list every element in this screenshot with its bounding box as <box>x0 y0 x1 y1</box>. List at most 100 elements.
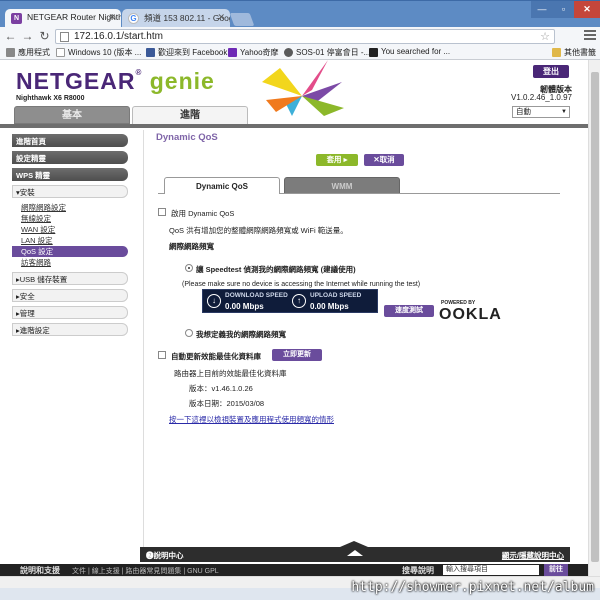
download-icon: ↓ <box>207 294 221 308</box>
speedtest-note: (Please make sure no device is accessing… <box>182 281 421 288</box>
help-center-label[interactable]: ❷說明中心 <box>146 550 184 561</box>
tab-dynamic-qos[interactable]: Dynamic QoS <box>164 177 280 194</box>
tab-wmm[interactable]: WMM <box>284 177 400 194</box>
sidebar-group-administration[interactable]: ▸管理 <box>12 306 128 319</box>
vertical-scrollbar[interactable] <box>588 60 600 576</box>
footer-links[interactable]: 文件 | 線上支援 | 路由器常見問題集 | GNU GPL <box>72 566 219 576</box>
address-bar[interactable]: 172.16.0.1/start.htm ☆ <box>55 29 555 44</box>
sidebar-item-wps-wizard[interactable]: WPS 精靈 <box>12 168 128 181</box>
upload-icon: ↑ <box>292 294 306 308</box>
sidebar-item-wan-setup[interactable]: WAN 設定 <box>12 224 128 235</box>
folder-icon <box>552 48 561 57</box>
speedtest-option-label: 讓 Speedtest 偵測我的網際網路頻寬 (建議使用) <box>196 265 356 274</box>
manual-bandwidth-radio[interactable] <box>185 329 193 337</box>
sidebar-item-wireless-setup[interactable]: 無線設定 <box>12 213 128 224</box>
main-tabs: 基本 進階 <box>0 104 588 124</box>
download-label: DOWNLOAD SPEED <box>225 292 288 299</box>
update-now-button[interactable]: 立即更新 <box>272 349 322 361</box>
header-divider <box>0 124 588 128</box>
minimize-button[interactable]: — <box>531 1 553 18</box>
upload-value: 0.00 Mbps <box>310 302 349 311</box>
facebook-icon <box>146 48 155 57</box>
close-icon[interactable]: ✕ <box>217 12 225 23</box>
sidebar: 進階首頁 設定精靈 WPS 精靈 ▾安裝 網際網路設定 無線設定 WAN 設定 … <box>12 134 128 340</box>
manual-bandwidth-label: 我想定義我的網際網路頻寬 <box>196 330 286 339</box>
enable-qos-label: 啟用 Dynamic QoS <box>171 209 235 218</box>
footer: 說明和支援 文件 | 線上支援 | 路由器常見問題集 | GNU GPL 搜尋說… <box>0 564 588 576</box>
page-title: Dynamic QoS <box>156 132 218 143</box>
apps-icon <box>6 48 15 57</box>
footer-title: 說明和支援 <box>20 566 60 575</box>
db-version: 版本：v1.46.1.0.26 <box>189 384 253 393</box>
bandwidth-heading: 網際網路頻寬 <box>169 242 214 251</box>
help-center-bar: ❷說明中心 顯示/隱藏說明中心 <box>140 541 570 562</box>
bookmark-yahoo[interactable]: Yahoo奇摩 <box>228 47 279 58</box>
search-help-input[interactable]: 輸入搜尋項目 <box>443 565 539 575</box>
sidebar-group-setup[interactable]: ▾安裝 <box>12 185 128 198</box>
new-tab-button[interactable] <box>229 13 255 26</box>
windows-icon <box>56 48 65 57</box>
sidebar-item-lan-setup[interactable]: LAN 設定 <box>12 235 128 246</box>
window-close-button[interactable]: ✕ <box>574 1 600 18</box>
netgear-icon: N <box>11 13 22 24</box>
watermark: http://showmer.pixnet.net/album <box>351 580 594 595</box>
auto-update-checkbox[interactable] <box>158 351 166 359</box>
url-text: 172.16.0.1/start.htm <box>74 31 163 42</box>
bookmark-other[interactable]: 其他書籤 <box>552 47 596 58</box>
bookmark-facebook[interactable]: 歡迎來到 Facebook... <box>146 47 234 58</box>
auto-update-label: 自動更新效能最佳化資料庫 <box>171 352 261 361</box>
close-icon[interactable]: ✕ <box>108 12 116 23</box>
sidebar-item-advanced-home[interactable]: 進階首頁 <box>12 134 128 147</box>
maximize-button[interactable]: ▫ <box>553 1 574 18</box>
sidebar-group-advanced-setup[interactable]: ▸進階設定 <box>12 323 128 336</box>
sidebar-group-security[interactable]: ▸安全 <box>12 289 128 302</box>
download-value: 0.00 Mbps <box>225 302 264 311</box>
logout-button[interactable]: 登出 <box>533 65 569 78</box>
apply-button[interactable]: 套用 ▸ <box>316 154 358 166</box>
enable-qos-checkbox[interactable] <box>158 208 166 216</box>
sidebar-item-qos-setup[interactable]: QoS 設定 <box>12 246 128 257</box>
bookmark-search[interactable]: You searched for ... <box>369 47 450 57</box>
tab-title: NETGEAR Router Nighth <box>27 12 121 22</box>
tab-advanced[interactable]: 進階 <box>132 106 248 124</box>
expand-arrow-icon[interactable] <box>347 550 363 556</box>
sidebar-group-usb-storage[interactable]: ▸USB 儲存裝置 <box>12 272 128 285</box>
content-panel: Dynamic QoS 套用 ▸ ✕取消 Dynamic QoS WMM 啟用 … <box>143 130 577 550</box>
bookmark-sos[interactable]: SOS-01 停富會日 -... <box>284 47 370 58</box>
bookmark-apps[interactable]: 應用程式 <box>6 47 50 58</box>
search-help-label: 搜尋說明 <box>402 566 434 575</box>
qos-description: QoS 洪有增加您的整體網際網路頻寬或 WiFi 範送量。 <box>169 226 348 235</box>
browser-tab-google[interactable]: G 頻道 153 802.11 - Googl ✕ <box>122 9 230 28</box>
speed-test-button[interactable]: 速度測試 <box>384 305 434 317</box>
reload-icon[interactable]: ↻ <box>37 29 52 44</box>
cancel-button[interactable]: ✕取消 <box>364 154 404 166</box>
sidebar-item-internet-setup[interactable]: 網際網路設定 <box>12 202 128 213</box>
page-icon <box>60 32 69 42</box>
forward-icon[interactable]: → <box>20 29 35 44</box>
menu-icon[interactable] <box>584 30 596 42</box>
sidebar-item-setup-wizard[interactable]: 設定精靈 <box>12 151 128 164</box>
yahoo-icon <box>228 48 237 57</box>
upload-label: UPLOAD SPEED <box>310 292 362 299</box>
bookmarks-bar: 應用程式 Windows 10 (版本 ... 歡迎來到 Facebook...… <box>0 46 600 60</box>
browser-tab-netgear[interactable]: N NETGEAR Router Nighth ✕ <box>5 9 121 28</box>
search-go-button[interactable]: 前往 <box>544 564 568 576</box>
google-icon: G <box>128 13 139 24</box>
generic-icon <box>369 48 378 57</box>
sidebar-item-guest-network[interactable]: 訪客網路 <box>12 257 128 268</box>
page-viewport: NETGEAR® genie Nighthawk X6 R8000 登出 韌體版… <box>0 60 588 576</box>
ookla-logo: OOKLA <box>439 306 502 323</box>
router-model: Nighthawk X6 R8000 <box>16 95 85 102</box>
tab-basic[interactable]: 基本 <box>14 106 130 124</box>
star-icon[interactable]: ☆ <box>540 30 550 43</box>
back-icon[interactable]: ← <box>3 29 18 44</box>
bookmark-windows[interactable]: Windows 10 (版本 ... <box>56 47 141 58</box>
browser-tabstrip: N NETGEAR Router Nighth ✕ G 頻道 153 802.1… <box>0 0 600 28</box>
browser-toolbar: ← → ↻ 172.16.0.1/start.htm ☆ <box>0 27 600 46</box>
sos-icon <box>284 48 293 57</box>
scroll-thumb[interactable] <box>591 72 599 562</box>
db-heading: 路由器上目前的效能最佳化資料庫 <box>174 369 287 378</box>
bandwidth-usage-link[interactable]: 按一下這裡以檢視裝置及應用程式使用頻寬的情形 <box>169 414 334 425</box>
speedtest-radio[interactable] <box>185 264 193 272</box>
toggle-help-center-link[interactable]: 顯示/隱藏說明中心 <box>502 550 564 561</box>
